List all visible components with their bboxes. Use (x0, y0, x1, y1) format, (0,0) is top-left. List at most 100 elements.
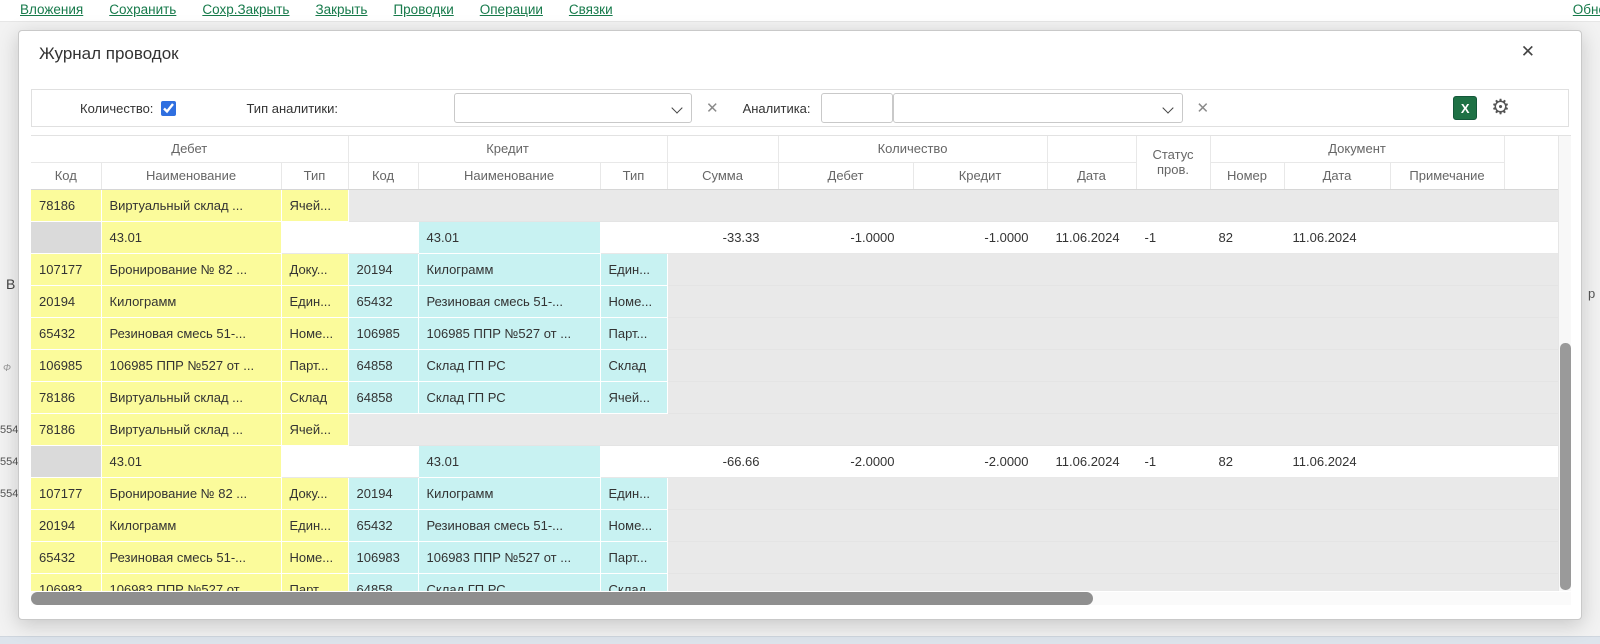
cell-date[interactable] (1047, 573, 1136, 591)
column-header-debit-name[interactable]: Наименование (101, 162, 281, 189)
menu-item-operacii[interactable]: Операции (480, 0, 543, 19)
cell-note[interactable] (1390, 445, 1504, 477)
column-header-qty-credit[interactable]: Кредит (913, 162, 1047, 189)
table-row[interactable]: 20194КилограммЕдин...65432Резиновая смес… (31, 285, 1558, 317)
cell-debit-type[interactable]: Ячей... (281, 413, 348, 445)
cell-qty-credit[interactable] (913, 509, 1047, 541)
cell-qty-credit[interactable] (913, 573, 1047, 591)
cell-credit-code[interactable]: 65432 (348, 509, 418, 541)
cell-debit-type[interactable]: Парт... (281, 573, 348, 591)
cell-credit-name[interactable] (418, 413, 600, 445)
cell-credit-code[interactable] (348, 413, 418, 445)
cell-debit-name[interactable]: Килограмм (101, 285, 281, 317)
cell-doc-number[interactable]: 82 (1210, 445, 1284, 477)
cell-credit-type[interactable] (600, 189, 667, 221)
cell-qty-credit[interactable] (913, 413, 1047, 445)
cell-debit-type[interactable] (281, 221, 348, 253)
cell-qty-debit[interactable] (778, 509, 913, 541)
cell-status[interactable] (1136, 477, 1210, 509)
cell-status[interactable] (1136, 189, 1210, 221)
cell-credit-type[interactable] (600, 445, 667, 477)
menu-item-provodki[interactable]: Проводки (393, 0, 453, 19)
cell-note[interactable] (1390, 573, 1504, 591)
cell-credit-code[interactable]: 65432 (348, 285, 418, 317)
cell-doc-date[interactable]: 11.06.2024 (1284, 221, 1390, 253)
cell-qty-debit[interactable]: -1.0000 (778, 221, 913, 253)
table-row[interactable]: 43.0143.01-33.33-1.0000-1.000011.06.2024… (31, 221, 1558, 253)
close-icon[interactable]: ✕ (1521, 42, 1535, 62)
cell-credit-type[interactable]: Един... (600, 477, 667, 509)
cell-credit-name[interactable]: 43.01 (418, 221, 600, 253)
cell-doc-date[interactable] (1284, 285, 1390, 317)
cell-doc-number[interactable]: 82 (1210, 221, 1284, 253)
cell-sum[interactable] (667, 413, 778, 445)
cell-debit-code[interactable]: 78186 (31, 381, 101, 413)
cell-debit-type[interactable]: Номе... (281, 541, 348, 573)
cell-debit-type[interactable]: Доку... (281, 477, 348, 509)
cell-date[interactable] (1047, 381, 1136, 413)
cell-credit-type[interactable] (600, 413, 667, 445)
cell-qty-debit[interactable] (778, 541, 913, 573)
analytics-combo[interactable] (893, 93, 1183, 123)
cell-credit-code[interactable] (348, 221, 418, 253)
cell-credit-type[interactable]: Един... (600, 253, 667, 285)
table-row[interactable]: 43.0143.01-66.66-2.0000-2.000011.06.2024… (31, 445, 1558, 477)
cell-sum[interactable] (667, 285, 778, 317)
cell-note[interactable] (1390, 317, 1504, 349)
column-header-debit-type[interactable]: Тип (281, 162, 348, 189)
cell-debit-name[interactable]: Виртуальный склад ... (101, 413, 281, 445)
cell-qty-debit[interactable] (778, 413, 913, 445)
group-header-debit[interactable]: Дебет (31, 136, 348, 162)
cell-debit-code[interactable] (31, 445, 101, 477)
cell-credit-type[interactable]: Парт... (600, 541, 667, 573)
cell-debit-name[interactable]: Виртуальный склад ... (101, 381, 281, 413)
cell-debit-name[interactable]: 106985 ППР №527 от ... (101, 349, 281, 381)
cell-credit-name[interactable]: 106983 ППР №527 от ... (418, 541, 600, 573)
cell-doc-date[interactable] (1284, 541, 1390, 573)
cell-status[interactable] (1136, 349, 1210, 381)
cell-qty-credit[interactable] (913, 253, 1047, 285)
horizontal-scrollbar-thumb[interactable] (31, 592, 1093, 605)
cell-date[interactable] (1047, 413, 1136, 445)
cell-debit-type[interactable]: Доку... (281, 253, 348, 285)
group-header-credit[interactable]: Кредит (348, 136, 667, 162)
cell-debit-name[interactable]: 43.01 (101, 445, 281, 477)
cell-credit-code[interactable] (348, 189, 418, 221)
table-row[interactable]: 65432Резиновая смесь 51-...Номе...106985… (31, 317, 1558, 349)
cell-qty-credit[interactable] (913, 317, 1047, 349)
quantity-checkbox[interactable] (161, 101, 176, 116)
menu-item-svyazki[interactable]: Связки (569, 0, 613, 19)
cell-note[interactable] (1390, 477, 1504, 509)
cell-note[interactable] (1390, 381, 1504, 413)
column-header-doc-date[interactable]: Дата (1284, 162, 1390, 189)
cell-qty-debit[interactable] (778, 381, 913, 413)
column-header-qty-debit[interactable]: Дебет (778, 162, 913, 189)
menu-item-sohr-zakryt[interactable]: Сохр.Закрыть (202, 0, 289, 19)
cell-debit-type[interactable] (281, 445, 348, 477)
cell-qty-credit[interactable] (913, 349, 1047, 381)
cell-doc-date[interactable]: 11.06.2024 (1284, 445, 1390, 477)
cell-doc-number[interactable] (1210, 541, 1284, 573)
group-header-quantity[interactable]: Количество (778, 136, 1047, 162)
cell-qty-credit[interactable] (913, 381, 1047, 413)
cell-doc-date[interactable] (1284, 349, 1390, 381)
cell-credit-name[interactable]: Склад ГП РС (418, 349, 600, 381)
cell-sum[interactable] (667, 509, 778, 541)
cell-credit-type[interactable]: Парт... (600, 317, 667, 349)
cell-status[interactable] (1136, 509, 1210, 541)
group-header-document[interactable]: Документ (1210, 136, 1504, 162)
cell-credit-name[interactable]: Килограмм (418, 253, 600, 285)
cell-status[interactable]: -1 (1136, 445, 1210, 477)
cell-credit-name[interactable] (418, 189, 600, 221)
cell-doc-date[interactable] (1284, 509, 1390, 541)
cell-credit-name[interactable]: 106985 ППР №527 от ... (418, 317, 600, 349)
cell-qty-credit[interactable]: -1.0000 (913, 221, 1047, 253)
column-header-debit-code[interactable]: Код (31, 162, 101, 189)
table-row[interactable]: 106983106983 ППР №527 от ...Парт...64858… (31, 573, 1558, 591)
cell-doc-number[interactable] (1210, 285, 1284, 317)
cell-sum[interactable] (667, 381, 778, 413)
cell-doc-number[interactable] (1210, 381, 1284, 413)
cell-debit-code[interactable]: 106985 (31, 349, 101, 381)
cell-qty-credit[interactable] (913, 189, 1047, 221)
cell-credit-name[interactable]: Резиновая смесь 51-... (418, 285, 600, 317)
